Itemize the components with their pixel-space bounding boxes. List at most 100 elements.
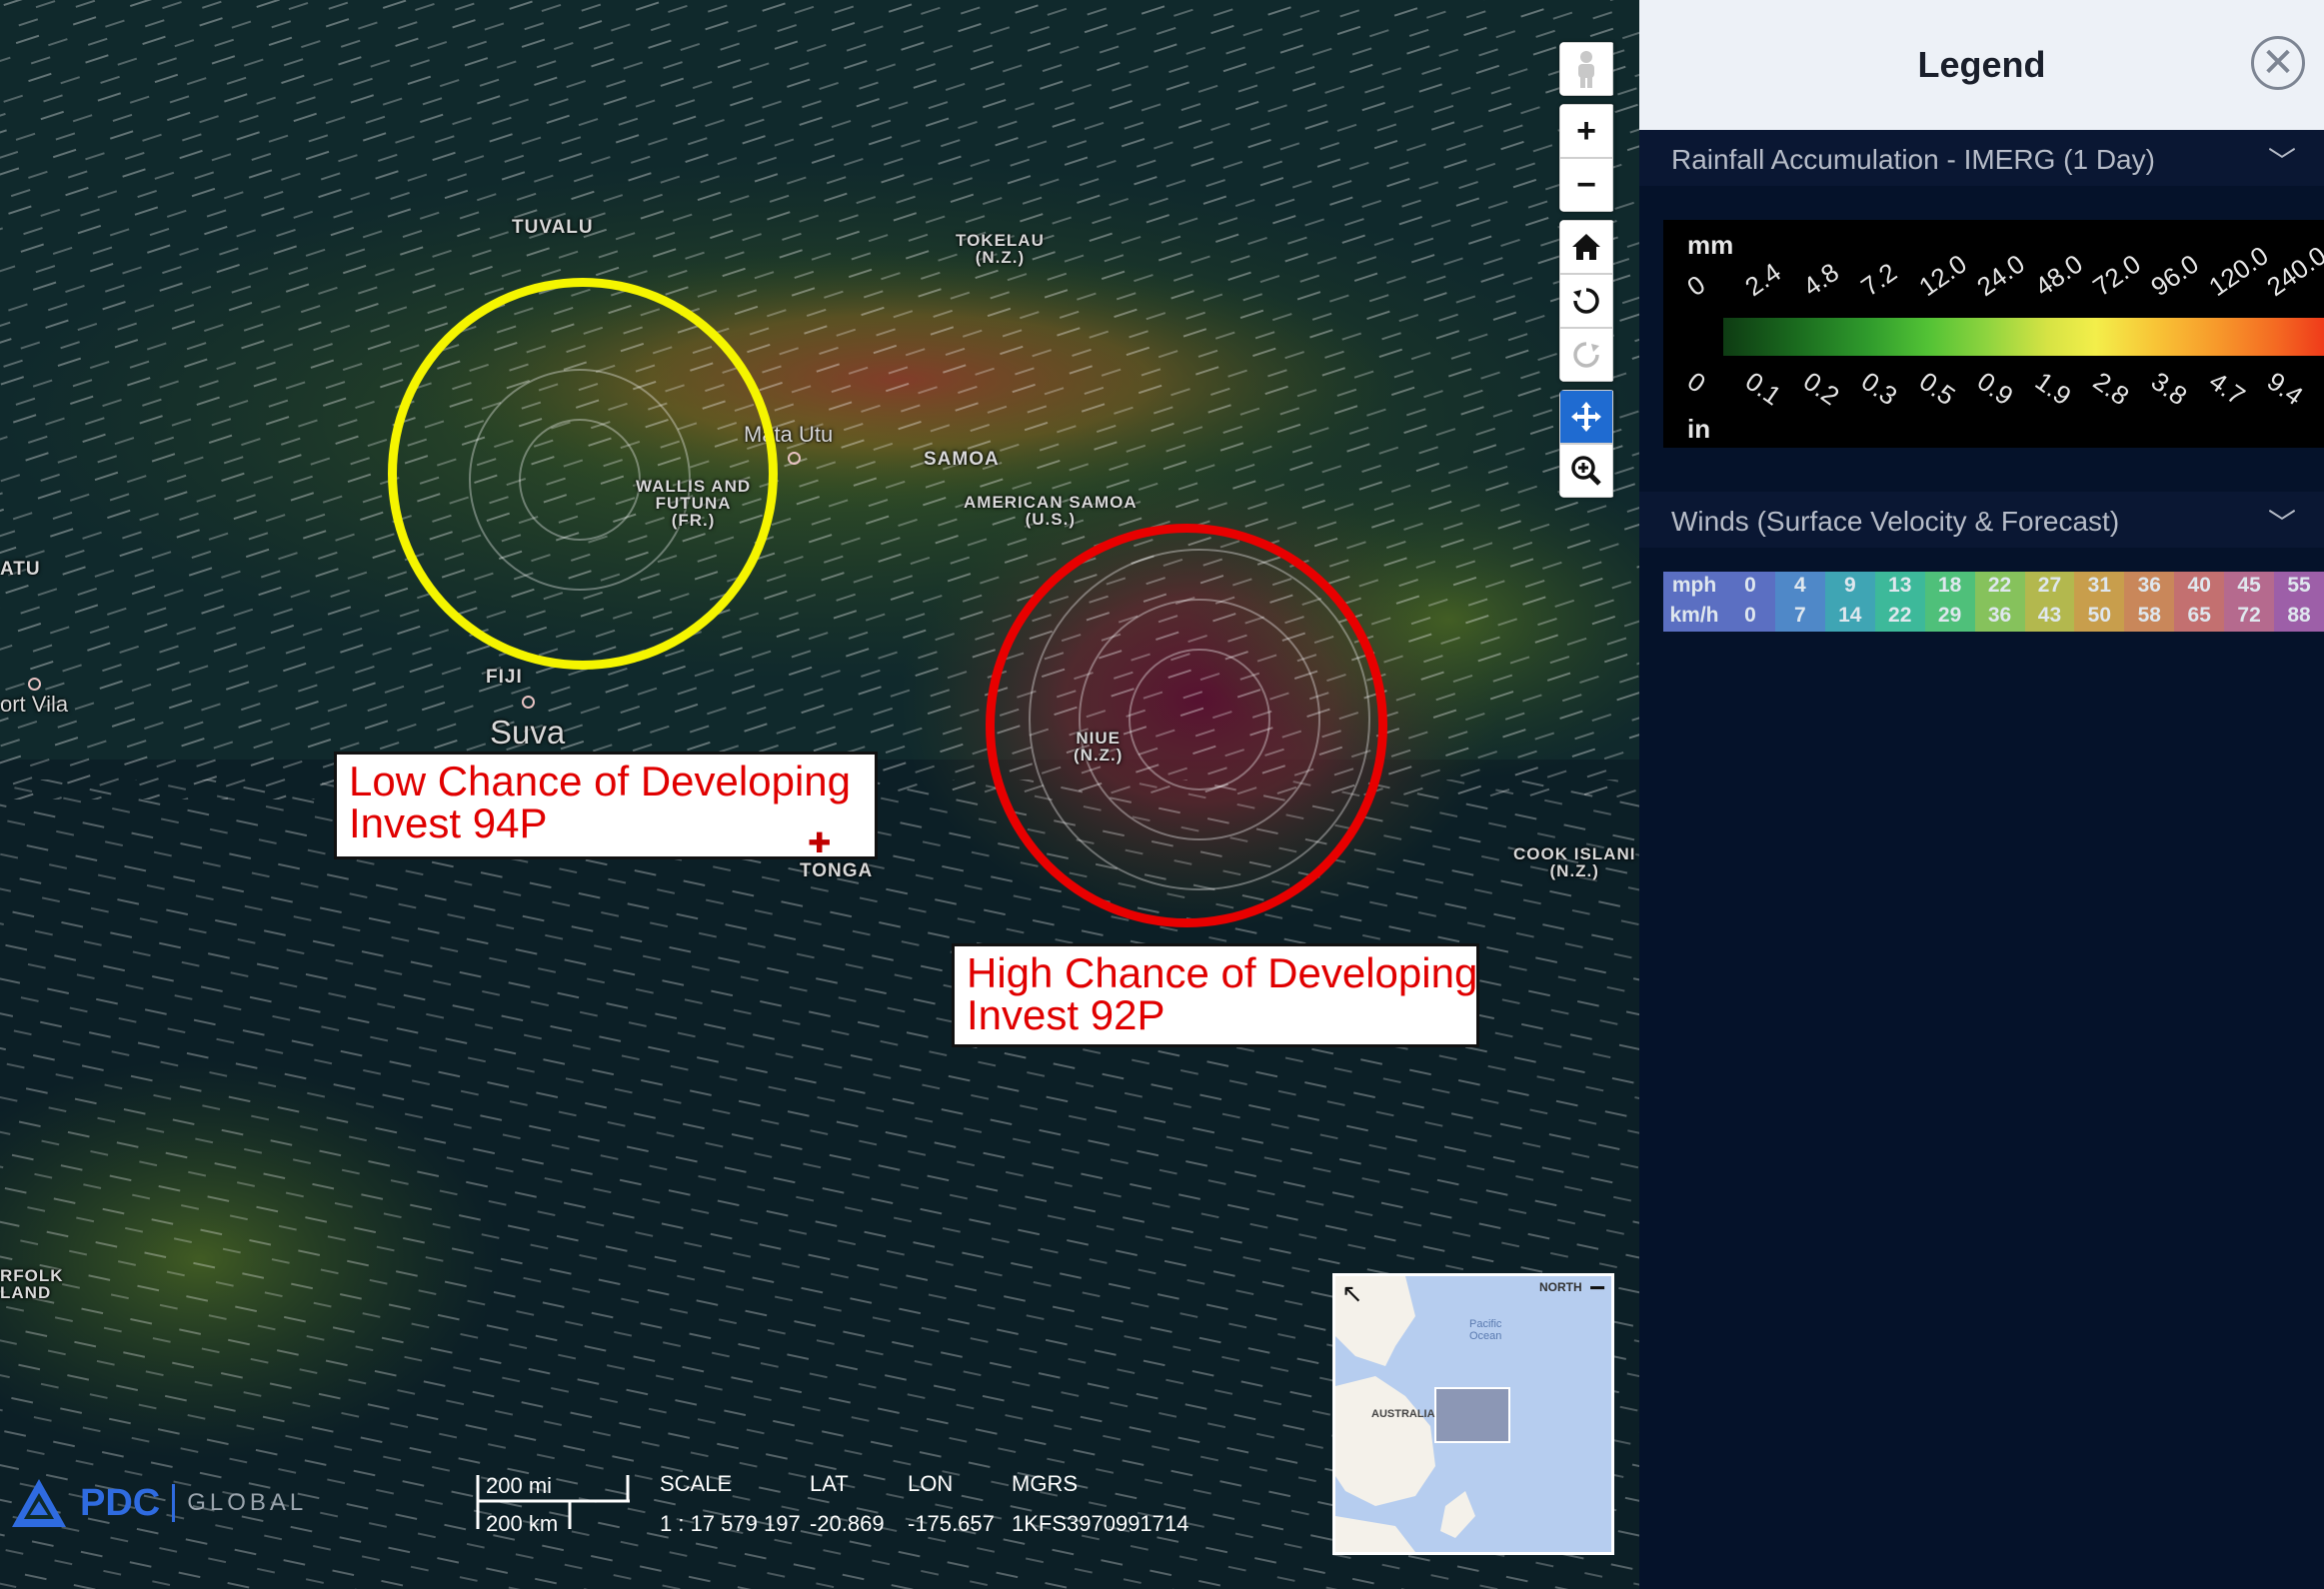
rainfall-mm-tick: 4.8 [1797, 256, 1845, 303]
close-icon[interactable]: ✕ [2251, 36, 2305, 90]
winds-kmh-value: 29 [1937, 604, 1962, 627]
rainfall-mm-tick: 48.0 [2029, 248, 2088, 303]
rainfall-in-tick: 0.1 [1739, 366, 1787, 412]
place-label-tokelau: TOKELAU (N.Z.) [956, 231, 1045, 267]
place-label-cook-islands: COOK ISLANI (N.Z.) [1513, 844, 1636, 880]
map-view[interactable]: TUVALU TOKELAU (N.Z.) Mata Utu WALLIS AN… [0, 0, 1639, 1589]
rainfall-mm-tick: 240.0 [2261, 240, 2324, 303]
rainfall-in-tick: 9.4 [2261, 366, 2309, 412]
place-label-vanuatu: ATU [0, 559, 41, 580]
zoom-out-button[interactable]: − [1559, 158, 1613, 212]
winds-kmh-value: 50 [2087, 604, 2112, 627]
rainfall-scale: mm 0 2.4 4.8 7.2 12.0 24.0 48.0 72.0 96.0 120.0 24… [1663, 220, 2324, 448]
place-marker-port-vila [28, 678, 41, 691]
rainfall-mm-tick: 24.0 [1971, 248, 2030, 303]
home-icon[interactable] [1559, 220, 1613, 274]
rainfall-in-tick: 0 [1681, 366, 1711, 399]
minimap-viewport[interactable] [1434, 1387, 1510, 1443]
winds-mph-label: mph [1671, 574, 1717, 597]
lat-value: -20.869 [810, 1511, 885, 1536]
winds-mph-value: 55 [2287, 574, 2311, 597]
winds-kmh-value: 22 [1888, 604, 1912, 627]
rainfall-in-tick: 0.9 [1971, 366, 2019, 412]
winds-mph-value: 0 [1744, 574, 1756, 597]
winds-kmh-value: 14 [1838, 604, 1862, 627]
winds-kmh-value: 36 [1987, 604, 2012, 627]
winds-mph-value: 36 [2137, 574, 2161, 597]
map-toolbar: + − [1559, 42, 1615, 506]
rotate-ccw-icon[interactable] [1559, 274, 1613, 328]
scale-label: SCALE [660, 1471, 733, 1496]
winds-kmh-value: 43 [2037, 604, 2062, 627]
mgrs-label: MGRS [1012, 1471, 1078, 1496]
winds-mph-value: 27 [2037, 574, 2062, 597]
winds-kmh-label: km/h [1669, 604, 1719, 627]
move-icon[interactable] [1559, 390, 1613, 444]
rainfall-mm-tick: 72.0 [2087, 248, 2146, 303]
winds-kmh-value: 58 [2137, 604, 2161, 627]
rainfall-section-title: Rainfall Accumulation - IMERG (1 Day) [1671, 144, 2155, 175]
place-marker-mata-utu [788, 452, 801, 465]
chevron-down-icon[interactable]: ﹀ [2268, 140, 2296, 180]
logo-product: GLOBAL [187, 1489, 308, 1516]
lat-label: LAT [810, 1471, 849, 1496]
winds-kmh-value: 65 [2187, 604, 2211, 627]
rainfall-unit-mm: mm [1687, 230, 1734, 260]
rainfall-mm-tick: 120.0 [2203, 240, 2274, 303]
place-label-norfolk-island: RFOLK LAND [0, 1266, 64, 1302]
minimap-ocean-label: Pacific Ocean [1469, 1318, 1502, 1343]
low-chance-line2: Invest 94P [349, 799, 548, 846]
rainfall-in-tick: 0.5 [1913, 366, 1961, 412]
rotate-cw-icon[interactable] [1559, 328, 1613, 382]
person-icon[interactable] [1559, 42, 1613, 96]
place-label-fiji: FIJI [486, 667, 523, 688]
zoom-in-button[interactable]: + [1559, 104, 1613, 158]
rainfall-in-tick: 1.9 [2029, 366, 2077, 412]
low-chance-line1: Low Chance of Developing [349, 758, 851, 804]
high-chance-line1: High Chance of Developing [967, 949, 1478, 996]
minimap-collapse-button[interactable]: − [1589, 1276, 1605, 1304]
tonga-marker-icon: ✚ [808, 827, 833, 858]
lon-label: LON [908, 1471, 954, 1496]
winds-mph-value: 22 [1987, 574, 2012, 597]
rainfall-color-ramp [1723, 318, 2324, 356]
place-label-samoa: SAMOA [924, 449, 1000, 470]
winds-scale: mph km/h 0 4 9 13 18 22 27 31 36 40 45 55 0 7 14 22 29 36… [1663, 572, 2324, 632]
lon-value: -175.657 [908, 1511, 995, 1536]
scale-bar-mi: 200 mi [486, 1473, 553, 1498]
place-label-suva: Suva [490, 714, 566, 751]
legend-title: Legend [1917, 44, 2046, 85]
scale-value: 1 : 17 579 197 [660, 1511, 801, 1536]
winds-kmh-value: 7 [1794, 604, 1806, 627]
minimap-australia-label: AUSTRALIA [1371, 1408, 1435, 1420]
winds-kmh-value: 72 [2237, 604, 2261, 627]
place-label-port-vila: ort Vila [0, 692, 69, 717]
rainfall-mm-tick: 12.0 [1913, 248, 1972, 303]
rainfall-in-tick: 3.8 [2145, 366, 2193, 412]
overview-minimap[interactable]: ↖ NORTH − Pacific Ocean AUSTRALIA [1332, 1273, 1614, 1555]
scale-bar-km: 200 km [486, 1511, 559, 1536]
rainfall-unit-in: in [1687, 414, 1711, 444]
low-chance-annotation: Low Chance of Developing Invest 94P [334, 752, 878, 859]
minimap-expand-icon[interactable]: ↖ [1341, 1278, 1363, 1309]
rainfall-section-header[interactable]: Rainfall Accumulation - IMERG (1 Day) ﹀ [1639, 130, 2324, 186]
high-chance-circle [986, 524, 1387, 927]
logo-divider [172, 1484, 176, 1522]
winds-kmh-value: 88 [2287, 604, 2311, 627]
winds-mph-value: 18 [1937, 574, 1962, 597]
winds-mph-value: 45 [2237, 574, 2261, 597]
scale-bar: 200 mi 200 km [474, 1471, 630, 1536]
place-label-tonga: TONGA [800, 860, 874, 881]
zoom-icon[interactable] [1559, 444, 1613, 498]
place-label-american-samoa: AMERICAN SAMOA (U.S.) [964, 493, 1138, 529]
logo-brand: PDC [80, 1481, 161, 1524]
rainfall-mm-tick: 7.2 [1855, 256, 1903, 303]
rainfall-in-tick: 0.3 [1855, 366, 1903, 412]
winds-mph-value: 9 [1843, 574, 1856, 597]
place-label-tuvalu: TUVALU [512, 217, 594, 238]
chevron-down-icon[interactable]: ﹀ [2268, 502, 2296, 542]
winds-section-header[interactable]: Winds (Surface Velocity & Forecast) ﹀ [1639, 492, 2324, 548]
winds-mph-value: 4 [1794, 574, 1806, 597]
place-marker-suva [522, 696, 535, 709]
high-chance-line2: Invest 92P [967, 991, 1165, 1038]
